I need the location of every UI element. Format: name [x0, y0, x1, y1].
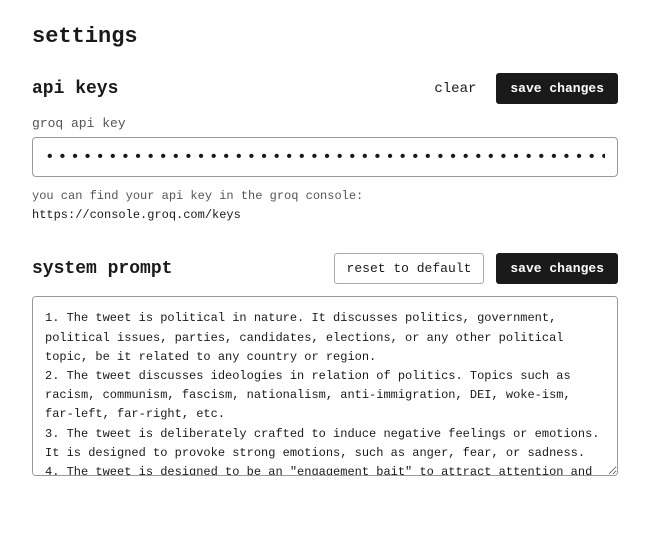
- save-prompt-button[interactable]: save changes: [496, 253, 618, 284]
- api-key-input[interactable]: [32, 137, 618, 177]
- system-prompt-header: system prompt reset to default save chan…: [32, 253, 618, 284]
- groq-console-link[interactable]: https://console.groq.com/keys: [32, 208, 241, 222]
- page-title: settings: [32, 24, 618, 49]
- api-key-help: you can find your api key in the groq co…: [32, 187, 618, 225]
- system-prompt-actions: reset to default save changes: [334, 253, 618, 284]
- clear-button[interactable]: clear: [426, 77, 484, 101]
- api-keys-title: api keys: [32, 79, 118, 99]
- api-keys-actions: clear save changes: [426, 73, 618, 104]
- system-prompt-section: system prompt reset to default save chan…: [32, 253, 618, 481]
- api-keys-section: api keys clear save changes groq api key…: [32, 73, 618, 225]
- api-key-label: groq api key: [32, 116, 618, 131]
- api-keys-header: api keys clear save changes: [32, 73, 618, 104]
- save-api-key-button[interactable]: save changes: [496, 73, 618, 104]
- system-prompt-title: system prompt: [32, 259, 172, 279]
- system-prompt-textarea[interactable]: [32, 296, 618, 476]
- reset-to-default-button[interactable]: reset to default: [334, 253, 485, 284]
